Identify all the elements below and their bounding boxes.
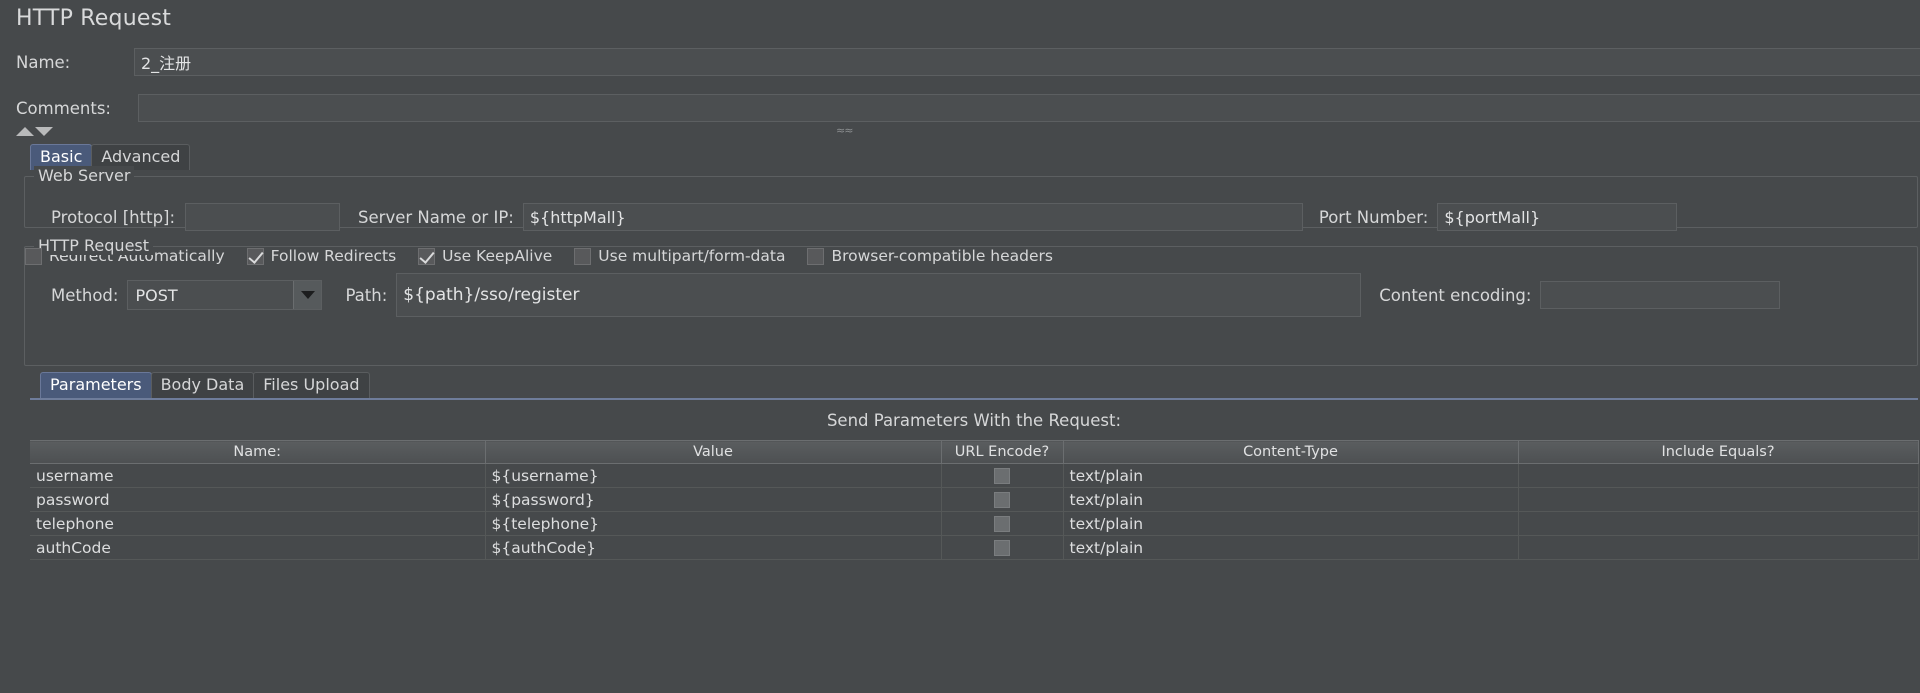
table-row[interactable]: password ${password} text/plain	[30, 487, 1919, 512]
content-encoding-label: Content encoding:	[1379, 285, 1532, 305]
http-request-group: HTTP Request Method: POST Path: ${path}/…	[24, 236, 1918, 366]
cell-content-type[interactable]: text/plain	[1063, 535, 1519, 560]
cell-value[interactable]: ${password}	[485, 487, 942, 512]
checkbox-follow-redirects[interactable]: Follow Redirects	[246, 247, 397, 265]
parameters-table: Name: Value URL Encode? Content-Type Inc…	[30, 440, 1919, 560]
cell-name[interactable]: password	[30, 487, 486, 512]
chevron-down-icon[interactable]	[293, 281, 322, 309]
table-row[interactable]: telephone ${telephone} text/plain	[30, 511, 1919, 536]
web-server-group: Web Server Protocol [http]: Server Name …	[24, 166, 1918, 231]
web-server-row: Protocol [http]: Server Name or IP: ${ht…	[51, 203, 1678, 231]
content-encoding-input[interactable]	[1540, 281, 1781, 309]
protocol-input[interactable]	[185, 203, 341, 231]
checkbox-label: Follow Redirects	[270, 247, 397, 265]
cell-name[interactable]: username	[30, 463, 486, 488]
cell-value[interactable]: ${authCode}	[485, 535, 942, 560]
cell-url-encode[interactable]	[941, 487, 1064, 512]
cell-include-equals[interactable]	[1518, 487, 1919, 512]
cell-name[interactable]: telephone	[30, 511, 486, 536]
cell-value[interactable]: ${username}	[485, 463, 942, 488]
tab-files-upload[interactable]: Files Upload	[253, 372, 370, 398]
comments-input[interactable]	[138, 94, 1920, 122]
table-header-row: Name: Value URL Encode? Content-Type Inc…	[30, 440, 1919, 464]
method-path-row: Method: POST Path: ${path}/sso/register …	[51, 273, 1781, 317]
cell-content-type[interactable]: text/plain	[1063, 463, 1519, 488]
expand-down-icon[interactable]	[35, 127, 53, 136]
checkbox-checked-icon[interactable]	[246, 247, 264, 265]
cell-value[interactable]: ${telephone}	[485, 511, 942, 536]
path-input[interactable]: ${path}/sso/register	[396, 273, 1362, 317]
http-request-panel: HTTP Request Name: 2_注册 Comments: ≈≈ Bas…	[0, 0, 1920, 693]
tab-parameters[interactable]: Parameters	[40, 372, 152, 398]
comments-field-row: Comments:	[16, 94, 1920, 122]
parameters-panel: Send Parameters With the Request: Name: …	[30, 398, 1919, 638]
cell-url-encode[interactable]	[941, 535, 1064, 560]
column-header-include-equals[interactable]: Include Equals?	[1518, 440, 1919, 464]
checkbox-box-icon[interactable]	[994, 516, 1010, 532]
collapse-expand-arrows[interactable]	[16, 124, 53, 136]
checkbox-label: Use KeepAlive	[442, 247, 553, 265]
checkbox-box-icon[interactable]	[994, 492, 1010, 508]
collapse-up-icon[interactable]	[16, 127, 34, 136]
checkbox-box-icon[interactable]	[25, 247, 42, 265]
checkbox-box-icon[interactable]	[574, 247, 592, 265]
table-row[interactable]: username ${username} text/plain	[30, 463, 1919, 488]
request-options-checkbox-row: Redirect Automatically Follow Redirects …	[25, 247, 1917, 265]
port-number-label: Port Number:	[1318, 207, 1429, 227]
method-select-value: POST	[135, 285, 178, 305]
server-name-label: Server Name or IP:	[358, 207, 514, 227]
cell-url-encode[interactable]	[941, 511, 1064, 536]
comments-label: Comments:	[16, 98, 111, 118]
checkbox-label: Use multipart/form-data	[598, 247, 786, 265]
column-header-content-type[interactable]: Content-Type	[1063, 440, 1519, 464]
http-request-group-title: HTTP Request	[34, 236, 154, 255]
tab-body-data[interactable]: Body Data	[150, 372, 255, 398]
method-select[interactable]: POST	[127, 280, 323, 310]
column-header-name[interactable]: Name:	[30, 440, 486, 464]
checkbox-browser-compatible-headers[interactable]: Browser-compatible headers	[807, 247, 1053, 265]
cell-url-encode[interactable]	[941, 463, 1064, 488]
cell-name[interactable]: authCode	[30, 535, 486, 560]
checkbox-checked-icon[interactable]	[418, 247, 436, 265]
path-label: Path:	[345, 285, 388, 305]
cell-include-equals[interactable]	[1518, 535, 1919, 560]
cell-include-equals[interactable]	[1518, 511, 1919, 536]
name-input[interactable]: 2_注册	[134, 48, 1920, 76]
checkbox-box-icon[interactable]	[807, 247, 825, 265]
parameters-table-body: username ${username} text/plain password…	[30, 463, 1919, 560]
column-header-url-encode[interactable]: URL Encode?	[941, 440, 1064, 464]
name-label: Name:	[16, 52, 71, 72]
checkbox-label: Browser-compatible headers	[831, 247, 1053, 265]
cell-content-type[interactable]: text/plain	[1063, 487, 1519, 512]
method-label: Method:	[51, 285, 119, 305]
web-server-group-title: Web Server	[34, 166, 135, 185]
cell-include-equals[interactable]	[1518, 463, 1919, 488]
protocol-label: Protocol [http]:	[51, 207, 176, 227]
checkbox-box-icon[interactable]	[994, 540, 1010, 556]
page-title: HTTP Request	[16, 6, 172, 31]
splitter-handle-icon[interactable]: ≈≈	[836, 124, 853, 137]
cell-content-type[interactable]: text/plain	[1063, 511, 1519, 536]
name-field-row: Name: 2_注册	[16, 48, 1920, 76]
send-parameters-title: Send Parameters With the Request:	[826, 411, 1122, 430]
inner-tab-bar: Parameters Body Data Files Upload	[40, 372, 370, 398]
checkbox-use-multipart-form-data[interactable]: Use multipart/form-data	[574, 247, 785, 265]
checkbox-box-icon[interactable]	[994, 468, 1010, 484]
table-row[interactable]: authCode ${authCode} text/plain	[30, 535, 1919, 560]
column-header-value[interactable]: Value	[485, 440, 942, 464]
checkbox-use-keepalive[interactable]: Use KeepAlive	[418, 247, 552, 265]
port-number-input[interactable]: ${portMall}	[1437, 203, 1678, 231]
server-name-input[interactable]: ${httpMall}	[522, 203, 1303, 231]
